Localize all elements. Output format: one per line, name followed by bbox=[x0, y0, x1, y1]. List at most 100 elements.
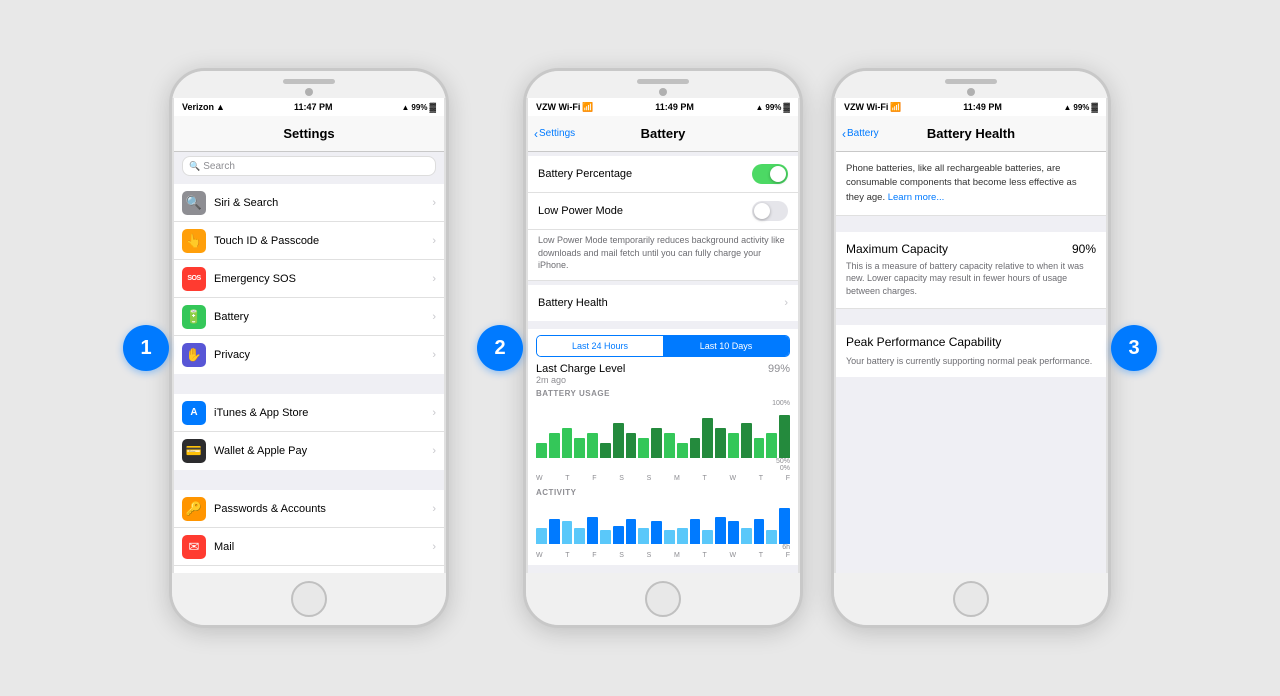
low-power-toggle[interactable] bbox=[752, 201, 788, 221]
phone3-wrapper: VZW Wi-Fi 📶 11:49 PM ▲ 99% ▓ ‹ Battery bbox=[831, 68, 1157, 628]
xlabel: F bbox=[786, 552, 790, 559]
phone-bottom-3 bbox=[834, 573, 1108, 625]
status-bar-3: VZW Wi-Fi 📶 11:49 PM ▲ 99% ▓ bbox=[836, 98, 1106, 116]
max-capacity-row: Maximum Capacity 90% This is a measure o… bbox=[836, 232, 1106, 309]
battery-pct-2: 99% bbox=[765, 103, 781, 112]
list-item[interactable]: 🔋 Battery › bbox=[174, 298, 444, 336]
back-label-2: Settings bbox=[539, 128, 575, 139]
nav-title-1: Settings bbox=[283, 126, 334, 141]
camera-2 bbox=[659, 88, 667, 96]
activity-bar bbox=[677, 528, 688, 544]
phone-top-2 bbox=[526, 71, 800, 98]
wifi-2: 📶 bbox=[582, 102, 593, 113]
activity-bar bbox=[613, 526, 624, 544]
xlabel: S bbox=[619, 552, 624, 559]
bar bbox=[549, 433, 560, 458]
charge-sub: 2m ago bbox=[536, 375, 625, 385]
carrier-3: VZW Wi-Fi bbox=[844, 102, 888, 112]
settings-list: 🔍 Siri & Search › 👆 Touch ID & Passcode … bbox=[174, 180, 444, 573]
usage-50: 50% bbox=[776, 458, 790, 465]
low-power-row: Low Power Mode bbox=[528, 193, 798, 230]
back-button-2[interactable]: ‹ Settings bbox=[534, 127, 575, 141]
battery-percentage-toggle[interactable] bbox=[752, 164, 788, 184]
learn-more-link[interactable]: Learn more... bbox=[888, 192, 945, 203]
charge-pct: 99% bbox=[768, 363, 790, 375]
scene: 1 Verizon ▲ 11:47 PM ▲ 99% ▓ bbox=[103, 48, 1177, 648]
tab-24h[interactable]: Last 24 Hours bbox=[537, 336, 663, 356]
list-item[interactable]: 🔍 Siri & Search › bbox=[174, 184, 444, 222]
chart-section: Last 24 Hours Last 10 Days Last Charge L… bbox=[528, 329, 798, 565]
bar bbox=[600, 443, 611, 458]
x-labels-activity: W T F S S M T W T F bbox=[536, 552, 790, 559]
list-item[interactable]: 💳 Wallet & Apple Pay › bbox=[174, 432, 444, 470]
low-power-label: Low Power Mode bbox=[538, 205, 752, 217]
battery-health-row[interactable]: Battery Health › bbox=[528, 285, 798, 321]
search-bar[interactable]: 🔍 Search bbox=[174, 152, 444, 180]
max-capacity-label: Maximum Capacity bbox=[846, 242, 948, 256]
list-item[interactable]: 🔑 Passwords & Accounts › bbox=[174, 490, 444, 528]
list-item[interactable]: 👤 Contacts › bbox=[174, 566, 444, 573]
phone-bottom-1 bbox=[172, 573, 446, 625]
usage-bars bbox=[536, 408, 790, 458]
xlabel: S bbox=[647, 552, 652, 559]
activity-bar bbox=[562, 521, 573, 544]
bar bbox=[715, 428, 726, 458]
tab-10d[interactable]: Last 10 Days bbox=[663, 336, 789, 356]
list-item[interactable]: ✋ Privacy › bbox=[174, 336, 444, 374]
time-2: 11:49 PM bbox=[655, 102, 694, 112]
wallet-icon: 💳 bbox=[182, 439, 206, 463]
step-badge-3: 3 bbox=[1111, 325, 1157, 371]
list-item[interactable]: SOS Emergency SOS › bbox=[174, 260, 444, 298]
back-arrow-3: ‹ bbox=[842, 127, 846, 141]
camera-1 bbox=[305, 88, 313, 96]
item-label: Mail bbox=[214, 541, 432, 553]
battery-percentage-row: Battery Percentage bbox=[528, 156, 798, 193]
back-button-3[interactable]: ‹ Battery bbox=[842, 127, 879, 141]
camera-3 bbox=[967, 88, 975, 96]
peak-performance-desc: Your battery is currently supporting nor… bbox=[846, 355, 1096, 368]
chevron-icon: › bbox=[432, 503, 436, 515]
activity-bar bbox=[741, 528, 752, 544]
xlabel: T bbox=[759, 552, 763, 559]
status-bar-2: VZW Wi-Fi 📶 11:49 PM ▲ 99% ▓ bbox=[528, 98, 798, 116]
toggle-knob bbox=[770, 166, 786, 182]
list-item[interactable]: 👆 Touch ID & Passcode › bbox=[174, 222, 444, 260]
nav-3: ‹ Battery Battery Health bbox=[836, 116, 1106, 152]
bar bbox=[574, 438, 585, 458]
item-label: Emergency SOS bbox=[214, 273, 432, 285]
bar bbox=[690, 438, 701, 458]
xlabel: T bbox=[702, 552, 706, 559]
battery-icon: 🔋 bbox=[182, 305, 206, 329]
activity-bars bbox=[536, 499, 790, 544]
xlabel: F bbox=[786, 475, 790, 482]
activity-bar bbox=[626, 519, 637, 544]
list-item[interactable]: ✉ Mail › bbox=[174, 528, 444, 566]
battery-pct-1: 99% bbox=[411, 103, 427, 112]
search-input[interactable]: 🔍 Search bbox=[182, 156, 436, 176]
home-button-3[interactable] bbox=[953, 581, 989, 617]
y-label: 6h bbox=[782, 544, 790, 551]
nav-2: ‹ Settings Battery bbox=[528, 116, 798, 152]
activity-bar bbox=[536, 528, 547, 544]
wifi-1: ▲ bbox=[216, 102, 225, 112]
health-gap-1 bbox=[836, 216, 1106, 232]
activity-bar bbox=[754, 519, 765, 544]
screen-3: VZW Wi-Fi 📶 11:49 PM ▲ 99% ▓ ‹ Battery bbox=[836, 98, 1106, 573]
status-right-3: ▲ 99% ▓ bbox=[1063, 102, 1098, 112]
battery-icon-2: ▓ bbox=[783, 102, 790, 112]
xlabel: T bbox=[565, 552, 569, 559]
home-button-2[interactable] bbox=[645, 581, 681, 617]
x-labels-usage: W T F S S M T W T F bbox=[536, 475, 790, 482]
max-capacity-title: Maximum Capacity 90% bbox=[846, 242, 1096, 256]
home-button-1[interactable] bbox=[291, 581, 327, 617]
chevron-icon: › bbox=[432, 541, 436, 553]
item-label: Passwords & Accounts bbox=[214, 503, 432, 515]
section-gap bbox=[174, 374, 444, 390]
chevron-icon: › bbox=[432, 311, 436, 323]
section-gap bbox=[174, 470, 444, 486]
list-item[interactable]: A iTunes & App Store › bbox=[174, 394, 444, 432]
peak-performance-row: Peak Performance Capability Your battery… bbox=[836, 325, 1106, 378]
phone-3: VZW Wi-Fi 📶 11:49 PM ▲ 99% ▓ ‹ Battery bbox=[831, 68, 1111, 628]
xlabel: F bbox=[592, 552, 596, 559]
section-3: 🔑 Passwords & Accounts › ✉ Mail › 👤 Cont… bbox=[174, 486, 444, 573]
